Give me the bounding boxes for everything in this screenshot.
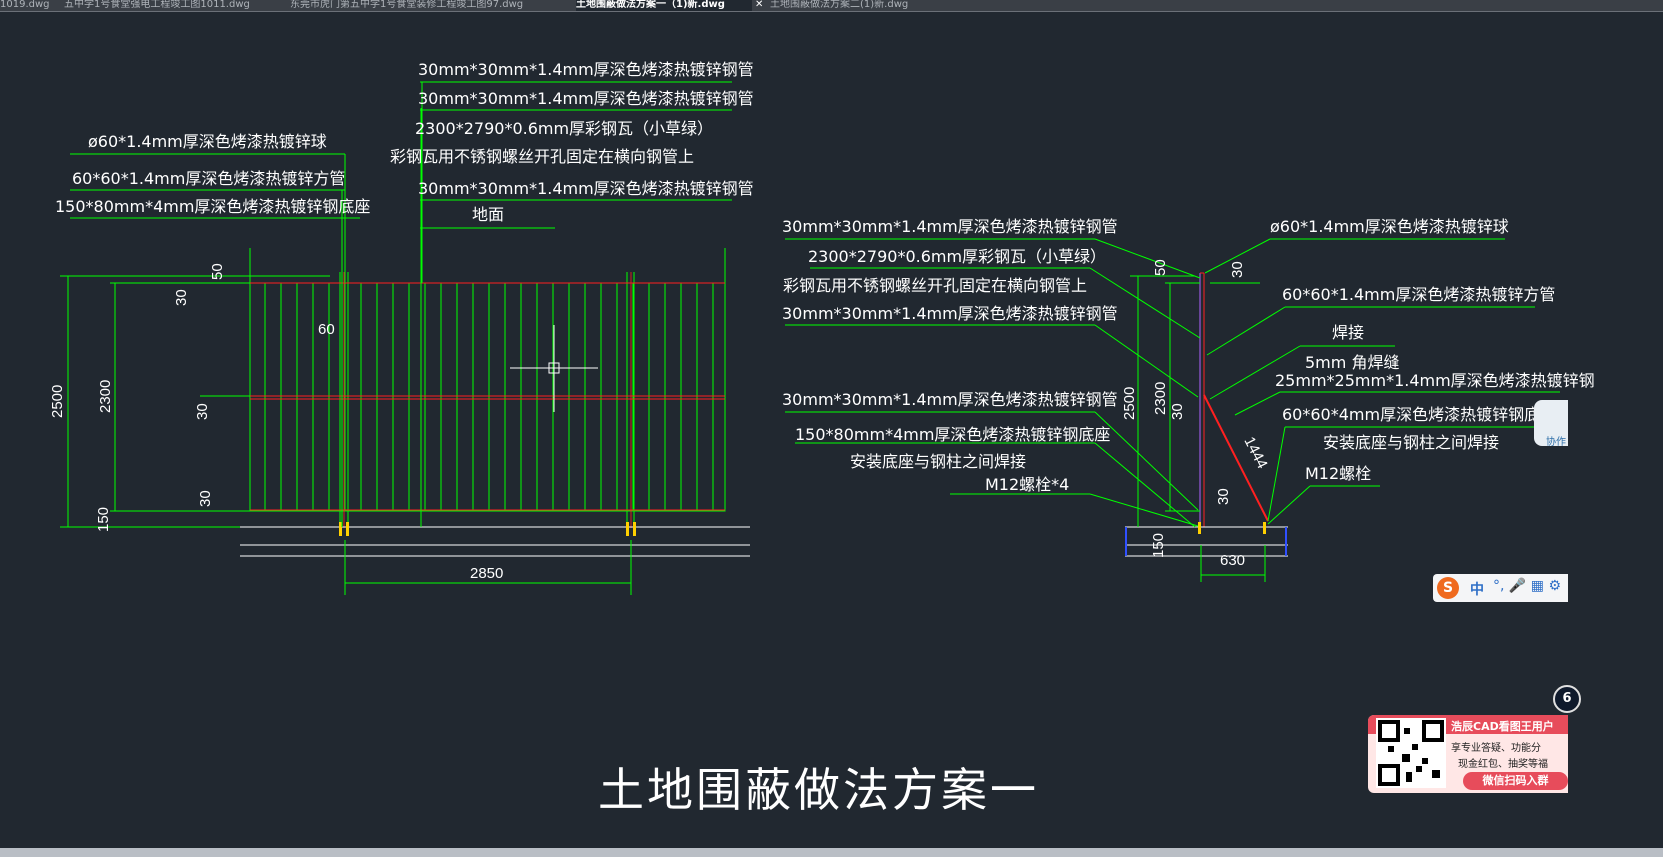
side-dim-2300: 2300 — [1152, 382, 1169, 415]
front-label-bottom-pipe: 30mm*30mm*1.4mm厚深色烤漆热镀锌钢管 — [418, 179, 754, 198]
front-label-screw-note: 彩钢瓦用不锈钢螺丝开孔固定在横向钢管上 — [390, 147, 694, 166]
front-label-ball: ø60*1.4mm厚深色烤漆热镀锌球 — [88, 132, 327, 151]
collab-label: 协作 — [1546, 437, 1566, 448]
side-label-weld: 焊接 — [1332, 323, 1364, 342]
promo-join-button[interactable]: 微信扫码入群 — [1463, 772, 1568, 790]
front-dim-30-bottom: 30 — [197, 490, 214, 507]
side-label-top-pipe: 30mm*30mm*1.4mm厚深色烤漆热镀锌钢管 — [782, 217, 1118, 236]
side-dim-630: 630 — [1220, 552, 1245, 569]
side-label-base: 150*80mm*4mm厚深色烤漆热镀锌钢底座 — [795, 425, 1110, 444]
document-tab-bar: 1019.dwg 五中学1号食堂强电工程竣工图1011.dwg 东莞市虎门第五中… — [0, 0, 1663, 12]
side-label-bolts: M12螺栓*4 — [985, 475, 1069, 494]
promo-title: 浩辰CAD看图王用户 — [1451, 720, 1554, 733]
tab-drawing-canteen-decoration[interactable]: 东莞市虎门第五中学1号食堂装修工程竣工图97.dwg — [290, 0, 558, 11]
sogou-logo-icon[interactable]: S — [1437, 577, 1459, 599]
front-dim-50: 50 — [209, 263, 226, 280]
side-label-fillet-weld: 5mm 角焊缝 — [1305, 353, 1399, 372]
front-label-square-tube: 60*60*1.4mm厚深色烤漆热镀锌方管 — [72, 169, 345, 188]
side-dim-30-mid: 30 — [1169, 403, 1186, 420]
front-dim-2500: 2500 — [49, 385, 66, 418]
tab-drawing-strong-electric[interactable]: 五中学1号食堂强电工程竣工图1011.dwg — [64, 0, 278, 11]
close-tab-icon[interactable]: ✕ — [755, 0, 763, 10]
qr-code-icon — [1376, 718, 1446, 788]
side-dim-30-bottom: 30 — [1215, 488, 1232, 505]
front-label-mid-pipe: 30mm*30mm*1.4mm厚深色烤漆热镀锌钢管 — [418, 89, 754, 108]
side-label-low-pipe: 30mm*30mm*1.4mm厚深色烤漆热镀锌钢管 — [782, 390, 1118, 409]
side-label-brace-pipe: 25mm*25mm*1.4mm厚深色烤漆热镀锌钢 — [1275, 371, 1595, 390]
front-view-labels: 30mm*30mm*1.4mm厚深色烤漆热镀锌钢管 30mm*30mm*1.4m… — [49, 60, 754, 582]
side-label-brace-base: 60*60*4mm厚深色烤漆热镀锌钢底 — [1282, 405, 1540, 424]
floating-badge[interactable]: 6 — [1553, 685, 1581, 713]
side-view-labels: 30mm*30mm*1.4mm厚深色烤漆热镀锌钢管 2300*2790*0.6m… — [782, 217, 1595, 569]
side-label-steel-tile: 2300*2790*0.6mm厚彩钢瓦（小草绿） — [808, 247, 1106, 266]
front-panel-outline — [249, 282, 726, 512]
tab-drawing-plan-two[interactable]: 土地围蔽做法方案二(1)新.dwg — [770, 0, 926, 11]
promo-line-1: 享专业答疑、功能分 — [1451, 743, 1541, 754]
front-label-base: 150*80mm*4mm厚深色烤漆热镀锌钢底座 — [55, 197, 370, 216]
tab-drawing-plan-one[interactable]: 土地围蔽做法方案一（1)新.dwg — [576, 0, 752, 11]
side-dim-1444: 1444 — [1240, 434, 1270, 471]
front-label-top-pipe: 30mm*30mm*1.4mm厚深色烤漆热镀锌钢管 — [418, 60, 754, 79]
side-label-bolt-right: M12螺栓 — [1305, 464, 1371, 483]
side-label-screw-note: 彩钢瓦用不锈钢螺丝开孔固定在横向钢管上 — [783, 276, 1087, 295]
side-label-ball: ø60*1.4mm厚深色烤漆热镀锌球 — [1270, 217, 1509, 236]
side-dim-30-top: 30 — [1229, 261, 1246, 278]
front-dim-2300: 2300 — [97, 380, 114, 413]
front-dim-30-top: 30 — [173, 289, 190, 306]
side-label-mid-pipe: 30mm*30mm*1.4mm厚深色烤漆热镀锌钢管 — [782, 304, 1118, 323]
status-bar — [0, 848, 1663, 857]
front-dim-2850: 2850 — [470, 565, 503, 582]
ime-tools-icon[interactable]: °, 🎤 ▦ ⚙ — [1493, 578, 1561, 594]
front-label-ground: 地面 — [472, 205, 504, 224]
side-dim-2500: 2500 — [1121, 387, 1138, 420]
front-dim-30-mid: 30 — [194, 403, 211, 420]
drawing-title: 土地围蔽做法方案一 — [598, 763, 1039, 817]
front-dim-60: 60 — [318, 321, 335, 338]
side-dim-150: 150 — [1150, 533, 1167, 558]
front-corrugation-lines — [264, 283, 714, 511]
ime-language-toggle[interactable]: 中 — [1470, 579, 1484, 599]
tab-drawing-1019[interactable]: 1019.dwg — [0, 0, 58, 11]
side-label-weld-note-right: 安装底座与钢柱之间焊接 — [1323, 433, 1499, 452]
promo-popup[interactable]: 浩辰CAD看图王用户 享专业答疑、功能分 现金红包、抽奖等福 微信扫码入群 — [1368, 715, 1568, 793]
side-label-weld-note: 安装底座与钢柱之间焊接 — [850, 452, 1026, 471]
promo-line-2: 现金红包、抽奖等福 — [1458, 759, 1548, 770]
front-dim-150: 150 — [95, 507, 112, 532]
front-label-steel-tile: 2300*2790*0.6mm厚彩钢瓦（小草绿） — [415, 119, 713, 138]
side-dim-50: 50 — [1152, 259, 1169, 276]
side-label-square-tube: 60*60*1.4mm厚深色烤漆热镀锌方管 — [1282, 285, 1555, 304]
